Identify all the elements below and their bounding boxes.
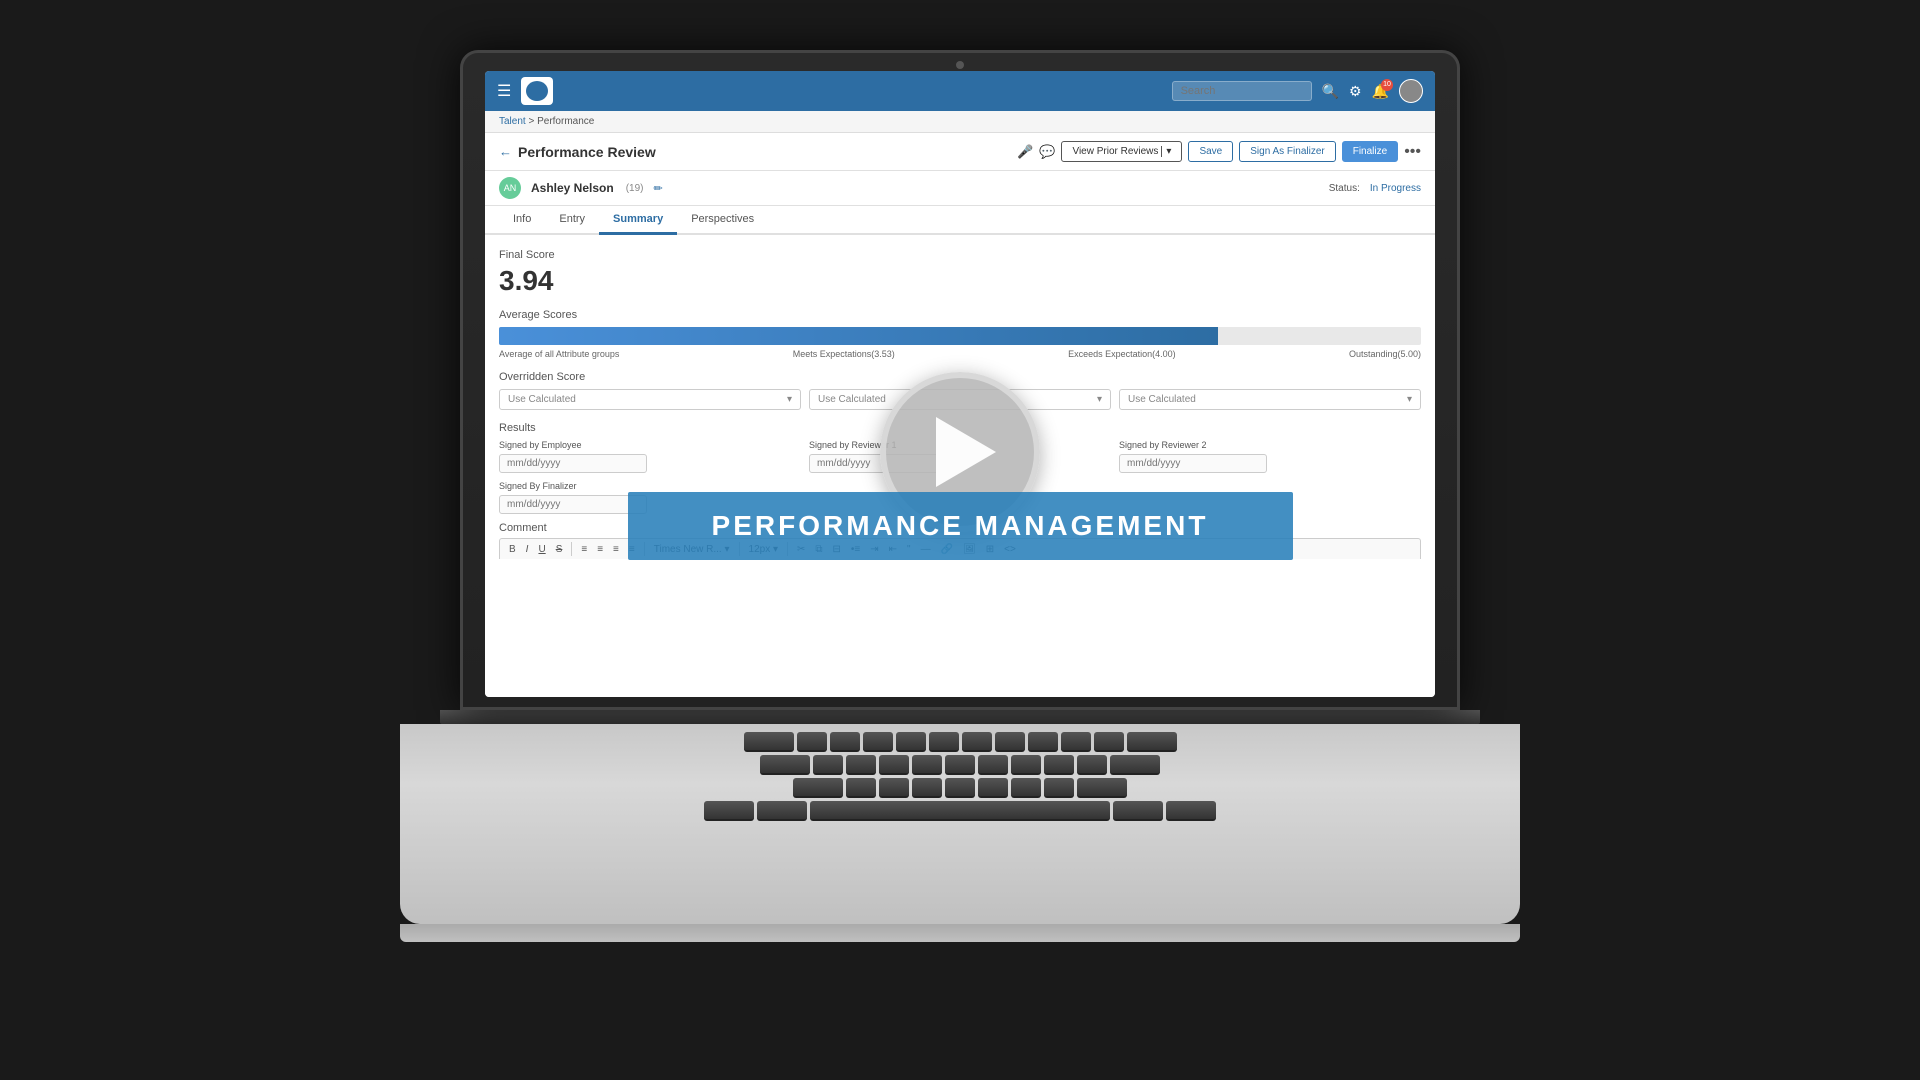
key-g	[945, 755, 975, 775]
tab-perspectives[interactable]: Perspectives	[677, 206, 768, 235]
key-caps	[760, 755, 810, 775]
main-content: Final Score 3.94 Average Scores Average …	[485, 235, 1435, 697]
key-h	[978, 755, 1008, 775]
key-r	[896, 732, 926, 752]
key-enter	[1110, 755, 1160, 775]
key-l	[1077, 755, 1107, 775]
play-triangle-icon	[936, 417, 996, 487]
breadcrumb: Talent > Performance	[485, 111, 1435, 133]
key-v	[945, 778, 975, 798]
user-avatar[interactable]	[1399, 79, 1423, 103]
status-value: In Progress	[1370, 183, 1421, 194]
finalize-button[interactable]: Finalize	[1342, 141, 1398, 162]
key-u	[995, 732, 1025, 752]
key-j	[1011, 755, 1041, 775]
tabs-bar: Info Entry Summary Perspectives	[485, 206, 1435, 235]
key-y	[962, 732, 992, 752]
keyboard-row-4	[420, 801, 1500, 821]
status-label: Status:	[1329, 183, 1360, 194]
header-actions: 🎤 💬 View Prior Reviews ▾ Save Sign As Fi…	[1017, 141, 1421, 162]
key-n	[1011, 778, 1041, 798]
breadcrumb-performance: Performance	[537, 116, 594, 127]
key-f	[912, 755, 942, 775]
laptop-bottom-strip	[400, 924, 1520, 942]
breadcrumb-separator: >	[528, 116, 537, 127]
screen-inner: ☰ 🔍 ⚙ 🔔 10	[485, 71, 1435, 697]
key-p	[1094, 732, 1124, 752]
page-title: Performance Review	[518, 144, 1017, 160]
search-input[interactable]	[1172, 81, 1312, 101]
app-logo[interactable]	[521, 77, 553, 105]
keyboard-row-3	[420, 778, 1500, 798]
view-prior-reviews-button[interactable]: View Prior Reviews ▾	[1061, 141, 1182, 162]
key-shift-l	[793, 778, 843, 798]
nav-bar: ☰ 🔍 ⚙ 🔔 10	[485, 71, 1435, 111]
keyboard-area	[400, 724, 1520, 924]
chat-icon[interactable]: 💬	[1039, 144, 1055, 160]
microphone-icon[interactable]: 🎤	[1017, 144, 1033, 160]
tab-info[interactable]: Info	[499, 206, 545, 235]
key-alt-r	[1113, 801, 1163, 821]
key-t	[929, 732, 959, 752]
page-header: ← Performance Review 🎤 💬 View Prior Revi…	[485, 133, 1435, 171]
tab-summary[interactable]: Summary	[599, 206, 677, 235]
key-z	[846, 778, 876, 798]
save-button[interactable]: Save	[1188, 141, 1233, 162]
video-overlay: PERFORMANCE MANAGEMENT	[485, 235, 1435, 697]
key-w	[830, 732, 860, 752]
sign-as-finalizer-button[interactable]: Sign As Finalizer	[1239, 141, 1335, 162]
key-e	[863, 732, 893, 752]
key-i	[1028, 732, 1058, 752]
key-tab	[744, 732, 794, 752]
logo-icon	[526, 81, 548, 101]
key-b	[978, 778, 1008, 798]
employee-avatar: AN	[499, 177, 521, 199]
notification-bell[interactable]: 🔔 10	[1372, 83, 1389, 100]
employee-name: Ashley Nelson	[531, 181, 614, 195]
laptop-frame: ☰ 🔍 ⚙ 🔔 10	[380, 50, 1540, 1030]
camera-dot	[956, 61, 964, 69]
key-a	[813, 755, 843, 775]
chevron-down-icon: ▾	[1161, 146, 1171, 157]
laptop-hinge	[440, 710, 1480, 724]
key-k	[1044, 755, 1074, 775]
key-q	[797, 732, 827, 752]
key-s	[846, 755, 876, 775]
keyboard-row-1	[420, 732, 1500, 752]
key-ctrl	[704, 801, 754, 821]
more-options-icon[interactable]: •••	[1404, 143, 1421, 161]
key-x	[879, 778, 909, 798]
breadcrumb-talent[interactable]: Talent	[499, 116, 526, 127]
key-ctrl-r	[1166, 801, 1216, 821]
nav-right-actions: 🔍 ⚙ 🔔 10	[1172, 79, 1423, 103]
key-m	[1044, 778, 1074, 798]
sub-header: AN Ashley Nelson (19) ✏ Status: In Progr…	[485, 171, 1435, 206]
keyboard-row-2	[420, 755, 1500, 775]
tab-entry[interactable]: Entry	[545, 206, 599, 235]
key-spacebar	[810, 801, 1110, 821]
hamburger-icon[interactable]: ☰	[497, 81, 511, 101]
key-d	[879, 755, 909, 775]
key-o	[1061, 732, 1091, 752]
search-icon[interactable]: 🔍	[1322, 83, 1339, 100]
employee-id: (19)	[626, 183, 644, 194]
video-title-banner: PERFORMANCE MANAGEMENT	[628, 492, 1293, 560]
settings-icon[interactable]: ⚙	[1349, 83, 1362, 100]
key-alt	[757, 801, 807, 821]
back-button[interactable]: ←	[499, 144, 512, 159]
notification-count: 10	[1381, 79, 1393, 91]
key-backspace	[1127, 732, 1177, 752]
edit-employee-icon[interactable]: ✏	[654, 182, 663, 195]
key-shift-r	[1077, 778, 1127, 798]
key-c	[912, 778, 942, 798]
screen-bezel: ☰ 🔍 ⚙ 🔔 10	[460, 50, 1460, 710]
app-container: ☰ 🔍 ⚙ 🔔 10	[485, 71, 1435, 697]
